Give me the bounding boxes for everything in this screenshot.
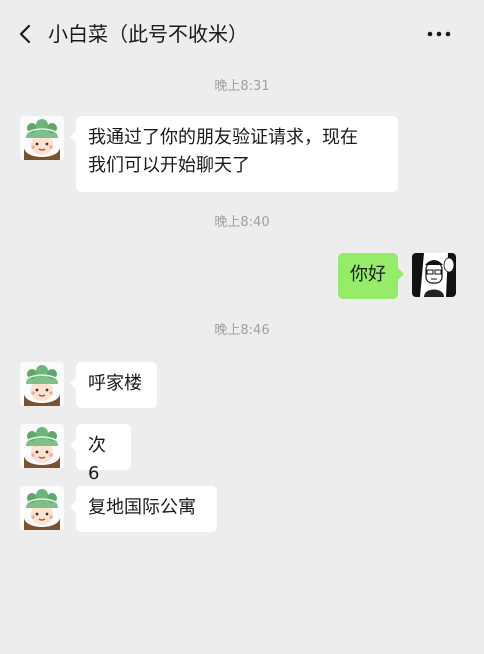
back-chevron-icon[interactable] [14,22,38,46]
contact-avatar[interactable] [20,486,64,530]
message-bubble-received[interactable]: 复地国际公寓 [70,486,217,532]
message-bubble-received[interactable]: 次 6 [70,424,131,484]
my-avatar[interactable] [412,253,456,297]
message-text: 复地国际公寓 [88,497,196,518]
timestamp: 晚上8:31 [214,79,270,94]
contact-avatar[interactable] [20,362,64,406]
message-text: 你好 [350,264,386,285]
message-bubble-received[interactable]: 我通过了你的朋友验证请求，现在 我们可以开始聊天了 [70,116,398,192]
timestamp: 晚上8:46 [214,323,270,338]
chat-header: 小白菜（此号不收米） [0,0,484,70]
message-text: 呼家楼 [88,373,142,394]
timestamp: 晚上8:40 [214,215,270,230]
more-dots-icon[interactable] [424,24,454,44]
message-bubble-sent[interactable]: 你好 [338,253,404,299]
message-text: 次 6 [88,435,106,484]
message-bubble-received[interactable]: 呼家楼 [70,362,157,408]
contact-avatar[interactable] [20,424,64,468]
chat-title: 小白菜（此号不收米） [48,22,248,46]
message-text-line: 我们可以开始聊天了 [88,155,250,176]
contact-avatar[interactable] [20,116,64,160]
message-text-line: 我通过了你的朋友验证请求，现在 [88,127,358,148]
